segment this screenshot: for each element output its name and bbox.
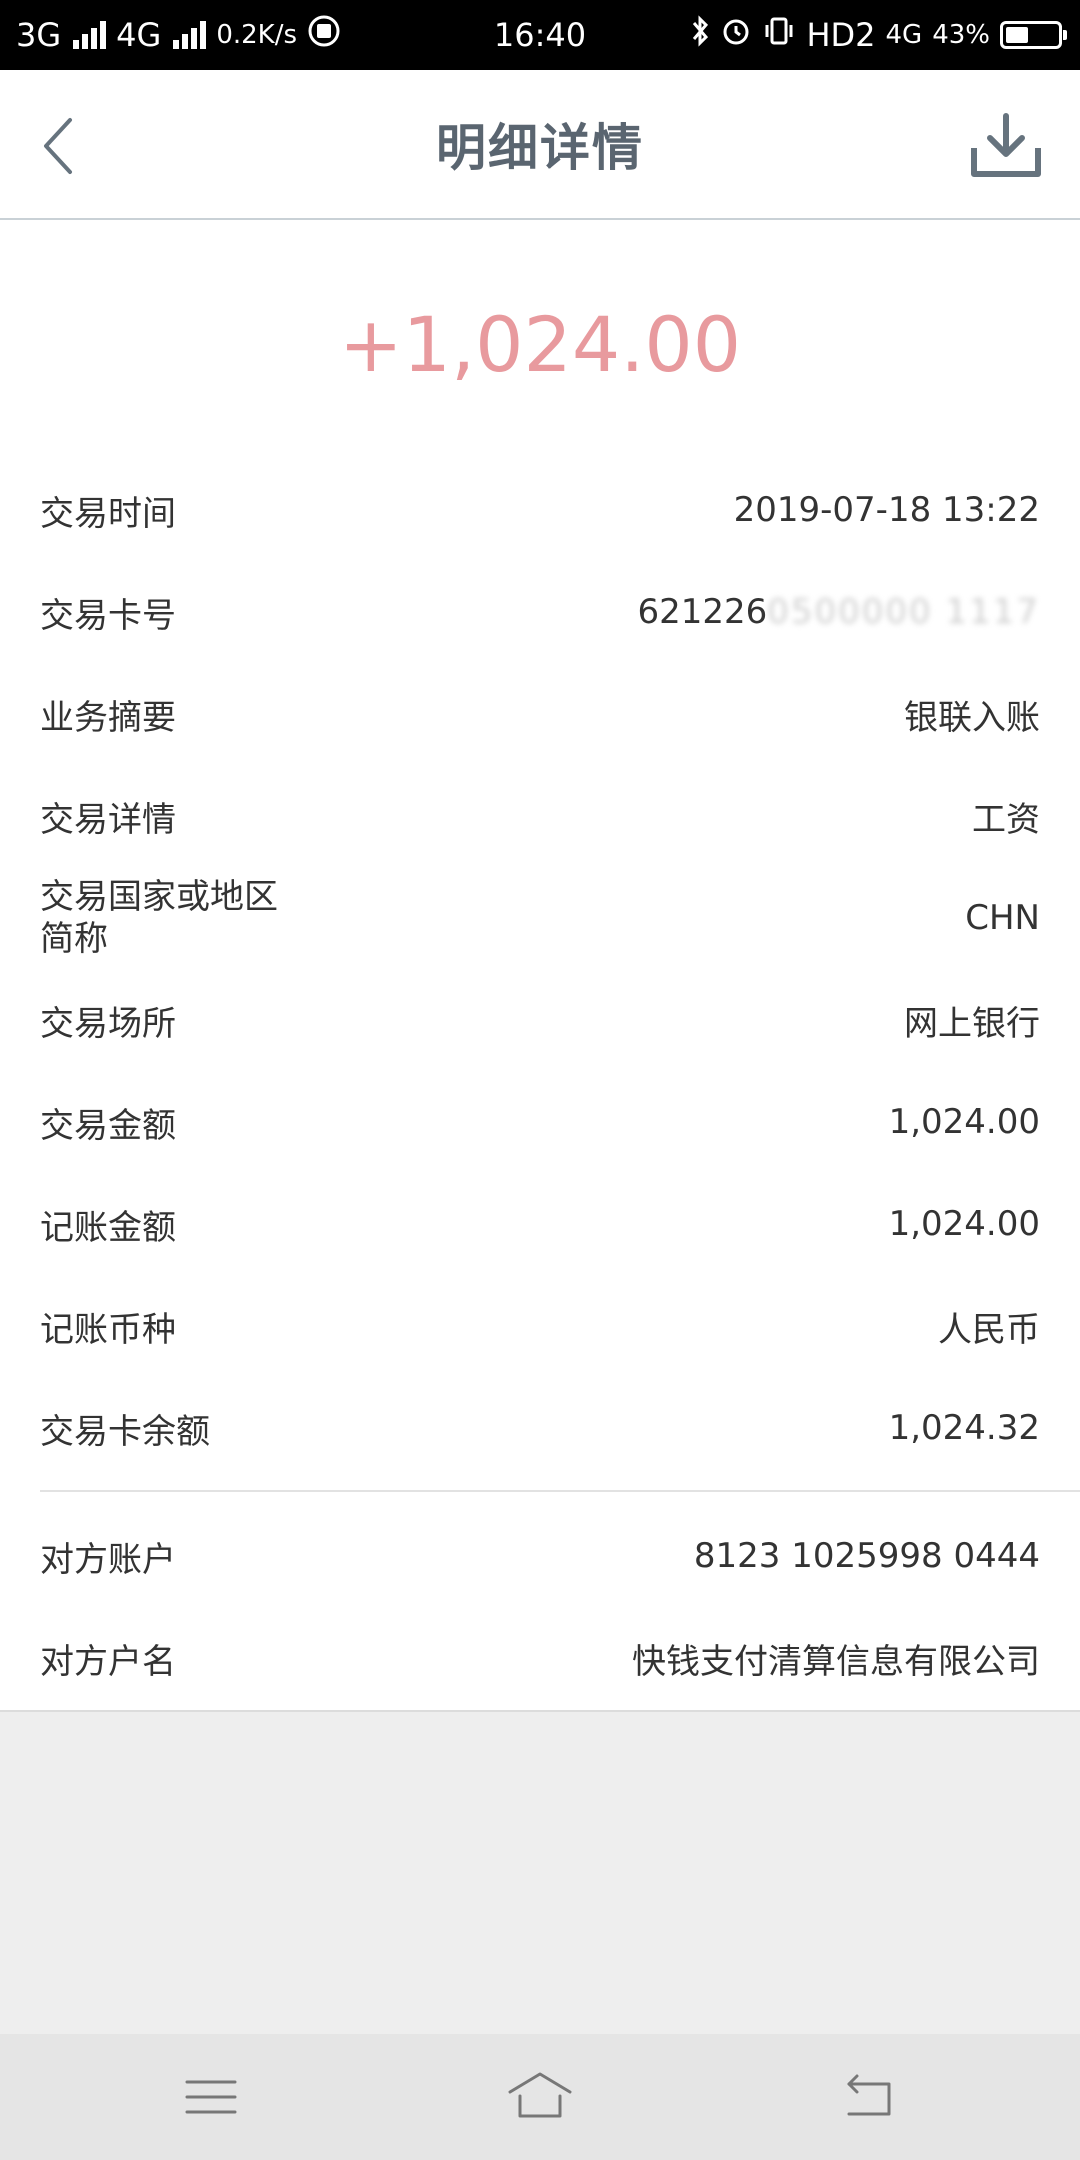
- detail-row-counterparty-account: 对方账户 8123 1025998 0444: [40, 1526, 1040, 1586]
- download-icon: [971, 113, 1041, 177]
- app-header: 明细详情: [0, 70, 1080, 220]
- detail-row-amount: 交易金额 1,024.00: [40, 1092, 1040, 1152]
- detail-row-posted-amount: 记账金额 1,024.00: [40, 1194, 1040, 1254]
- detail-label: 业务摘要: [40, 697, 176, 738]
- detail-row-balance: 交易卡余额 1,024.32: [40, 1398, 1040, 1458]
- system-nav-bar: [0, 2034, 1080, 2160]
- detail-value: 2019-07-18 13:22: [733, 490, 1040, 530]
- detail-label: 交易卡余额: [40, 1411, 210, 1452]
- detail-row-time: 交易时间 2019-07-18 13:22: [40, 480, 1040, 540]
- detail-row-card: 交易卡号 6212260500000 1117: [40, 582, 1040, 642]
- home-icon: [508, 2072, 572, 2118]
- detail-label: 记账币种: [40, 1309, 176, 1350]
- detail-label: 交易金额: [40, 1105, 176, 1146]
- detail-value: 银联入账: [904, 697, 1040, 738]
- vibrate-icon: [762, 15, 796, 55]
- section-divider: [40, 1490, 1080, 1492]
- download-button[interactable]: [968, 110, 1044, 182]
- detail-value: 1,024.00: [888, 1204, 1040, 1244]
- menu-button[interactable]: [171, 2062, 251, 2132]
- alarm-icon: [720, 15, 752, 55]
- bluetooth-icon: [690, 15, 710, 55]
- detail-value: 1,024.00: [888, 1102, 1040, 1142]
- detail-row-place: 交易场所 网上银行: [40, 990, 1040, 1050]
- battery-percent: 43%: [932, 20, 990, 50]
- detail-row-counterparty-name: 对方户名 快钱支付清算信息有限公司: [40, 1628, 1040, 1688]
- detail-row-country: 交易国家或地区 简称 CHN: [40, 870, 1040, 966]
- detail-value-card: 6212260500000 1117: [637, 592, 1040, 632]
- detail-label: 交易场所: [40, 1003, 176, 1044]
- card-number-prefix: 621226: [637, 592, 768, 632]
- detail-label: 对方账户: [40, 1539, 176, 1580]
- detail-label: 交易国家或地区 简称: [40, 876, 360, 960]
- menu-icon: [185, 2080, 237, 2114]
- status-bar: 3G 4G 0.2K/s 16:40 HD2 4G 43%: [0, 0, 1080, 70]
- detail-value: 人民币: [938, 1309, 1040, 1350]
- detail-value: 快钱支付清算信息有限公司: [632, 1641, 1040, 1682]
- detail-value: 1,024.32: [888, 1408, 1040, 1448]
- hd-label: HD2: [806, 16, 876, 54]
- detail-label: 记账金额: [40, 1207, 176, 1248]
- status-right: HD2 4G 43%: [690, 0, 1067, 70]
- detail-value: 工资: [972, 799, 1040, 840]
- card-number-masked: 0500000 1117: [767, 592, 1040, 632]
- clock: 16:40: [493, 16, 587, 54]
- detail-value: 8123 1025998 0444: [693, 1536, 1040, 1576]
- page-title: 明细详情: [436, 119, 644, 177]
- detail-value: 网上银行: [904, 1003, 1040, 1044]
- detail-row-currency: 记账币种 人民币: [40, 1296, 1040, 1356]
- transaction-amount: +1,024.00: [338, 300, 742, 389]
- detail-label: 交易卡号: [40, 595, 176, 636]
- back-nav-button[interactable]: [829, 2062, 909, 2132]
- back-icon: [847, 2074, 891, 2116]
- detail-label-line1: 交易国家或地区: [40, 877, 278, 917]
- detail-label: 交易时间: [40, 493, 176, 534]
- detail-label: 对方户名: [40, 1641, 176, 1682]
- detail-row-summary: 业务摘要 银联入账: [40, 684, 1040, 744]
- detail-card: +1,024.00 交易时间 2019-07-18 13:22 交易卡号 621…: [0, 220, 1080, 1712]
- detail-label-line2: 简称: [40, 919, 108, 959]
- battery-icon: [1000, 21, 1067, 49]
- detail-value: CHN: [965, 898, 1040, 938]
- network-type-3: 4G: [885, 20, 923, 50]
- detail-row-detail: 交易详情 工资: [40, 786, 1040, 846]
- detail-label: 交易详情: [40, 799, 176, 840]
- home-button[interactable]: [500, 2062, 580, 2132]
